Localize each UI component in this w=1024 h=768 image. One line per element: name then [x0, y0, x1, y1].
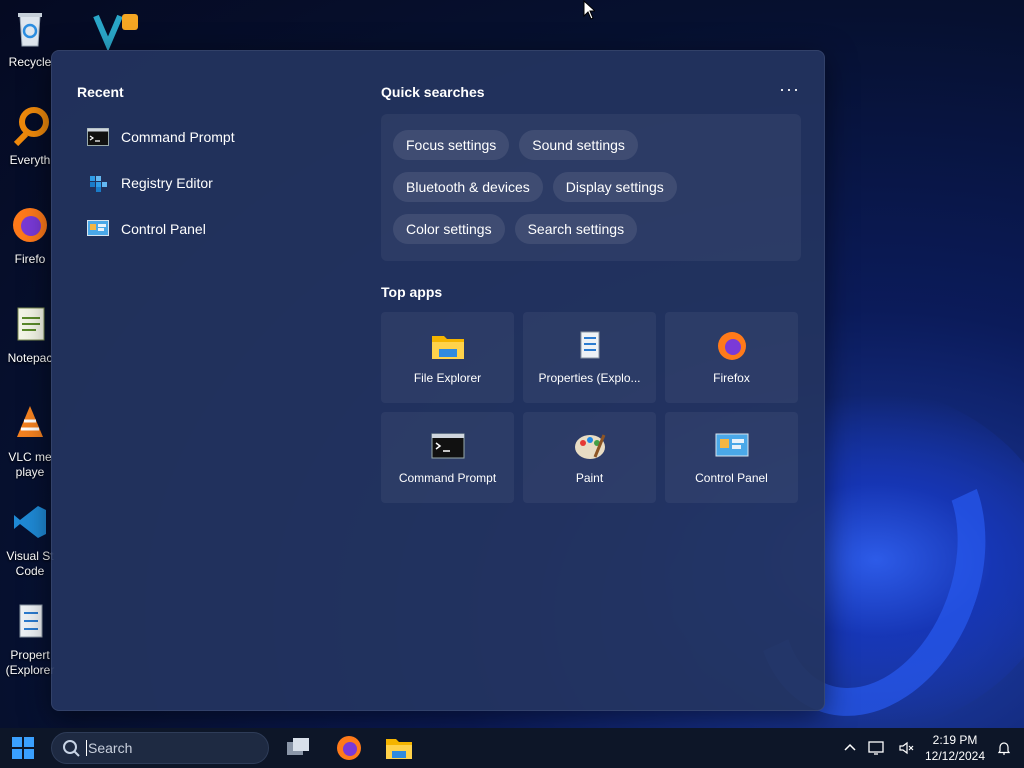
top-apps-title: Top apps — [381, 284, 443, 300]
chip-search-settings[interactable]: Search settings — [514, 214, 638, 244]
notepad-icon — [17, 307, 45, 341]
taskbar: Search 2:19 PM 12/12/2024 — [0, 728, 1024, 768]
quick-searches-panel: Focus settings Sound settings Bluetooth … — [381, 114, 801, 261]
more-options-button[interactable]: ··· — [779, 79, 800, 100]
quick-searches-section: Quick searches Focus settings Sound sett… — [381, 84, 801, 261]
chevron-up-icon[interactable] — [842, 740, 858, 756]
recent-item-command-prompt[interactable]: Command Prompt — [77, 114, 357, 160]
file-explorer-taskbar-icon[interactable] — [385, 734, 413, 762]
everything-search-icon — [13, 107, 49, 147]
top-apps-section: Top apps File Explorer Properties (Explo… — [381, 284, 801, 503]
chip-bluetooth-devices[interactable]: Bluetooth & devices — [393, 172, 543, 202]
recent-list: Command Prompt Registry Editor Control P… — [77, 114, 357, 252]
recycle-bin-icon — [18, 13, 42, 47]
vlc-icon — [17, 406, 43, 437]
app-tile-control-panel[interactable]: Control Panel — [665, 412, 798, 503]
text-caret — [86, 740, 87, 756]
file-explorer-icon — [431, 335, 464, 359]
command-prompt-icon — [87, 128, 109, 146]
app-tile-label: Paint — [575, 470, 604, 485]
chip-display-settings[interactable]: Display settings — [552, 172, 677, 202]
recent-title: Recent — [77, 84, 124, 100]
taskbar-clock[interactable]: 2:19 PM 12/12/2024 — [924, 732, 986, 764]
chips-row: Bluetooth & devices Display settings — [393, 172, 789, 202]
recent-item-label: Registry Editor — [121, 175, 213, 191]
app-tile-paint[interactable]: Paint — [523, 412, 656, 503]
notification-bell-icon[interactable] — [996, 740, 1012, 756]
vscode-icon — [14, 506, 46, 538]
firefox-taskbar-icon[interactable] — [335, 734, 363, 762]
app-tile-label: Command Prompt — [398, 470, 497, 485]
app-tile-label: File Explorer — [413, 370, 482, 385]
recent-item-label: Control Panel — [121, 221, 206, 237]
app-tile-label: Firefox — [713, 370, 750, 385]
paint-icon — [574, 433, 605, 459]
chip-sound-settings[interactable]: Sound settings — [519, 130, 638, 160]
app-tile-command-prompt[interactable]: Command Prompt — [381, 412, 514, 503]
properties-icon — [580, 331, 599, 358]
control-panel-icon — [715, 433, 748, 456]
app-tile-properties[interactable]: Properties (Explo... — [523, 312, 656, 403]
recent-section: Recent Command Prompt Registry Editor Co… — [77, 84, 357, 252]
firefox-icon — [717, 331, 746, 360]
app-tile-label: Control Panel — [695, 470, 768, 485]
clock-time: 2:19 PM — [932, 733, 978, 747]
recent-item-registry-editor[interactable]: Registry Editor — [77, 160, 357, 206]
network-icon[interactable] — [868, 740, 884, 756]
taskbar-search-box[interactable]: Search — [51, 732, 269, 764]
task-view-icon[interactable] — [284, 734, 312, 762]
top-apps-grid: File Explorer Properties (Explo... Firef… — [381, 312, 801, 503]
app-tile-file-explorer[interactable]: File Explorer — [381, 312, 514, 403]
quick-searches-title: Quick searches — [381, 84, 485, 100]
app-tile-firefox[interactable]: Firefox — [665, 312, 798, 403]
chips-row: Color settings Search settings — [393, 214, 789, 244]
firefox-icon — [13, 208, 47, 242]
recent-item-control-panel[interactable]: Control Panel — [77, 206, 357, 252]
search-flyout: Recent Command Prompt Registry Editor Co… — [51, 50, 825, 711]
recent-item-label: Command Prompt — [121, 129, 235, 145]
search-placeholder: Search — [88, 740, 133, 756]
volume-muted-icon[interactable] — [898, 740, 914, 756]
registry-editor-icon — [90, 176, 107, 192]
chips-row: Focus settings Sound settings — [393, 130, 789, 160]
app-shortcut-icon[interactable] — [92, 10, 142, 50]
chip-color-settings[interactable]: Color settings — [393, 214, 505, 244]
control-panel-icon — [87, 220, 109, 236]
mouse-cursor-icon — [583, 0, 595, 20]
properties-icon — [19, 604, 43, 638]
clock-date: 12/12/2024 — [924, 749, 986, 763]
start-button[interactable] — [12, 737, 34, 759]
chip-focus-settings[interactable]: Focus settings — [393, 130, 510, 160]
command-prompt-icon — [431, 433, 464, 458]
app-tile-label: Properties (Explo... — [538, 370, 641, 385]
search-icon — [63, 740, 80, 757]
